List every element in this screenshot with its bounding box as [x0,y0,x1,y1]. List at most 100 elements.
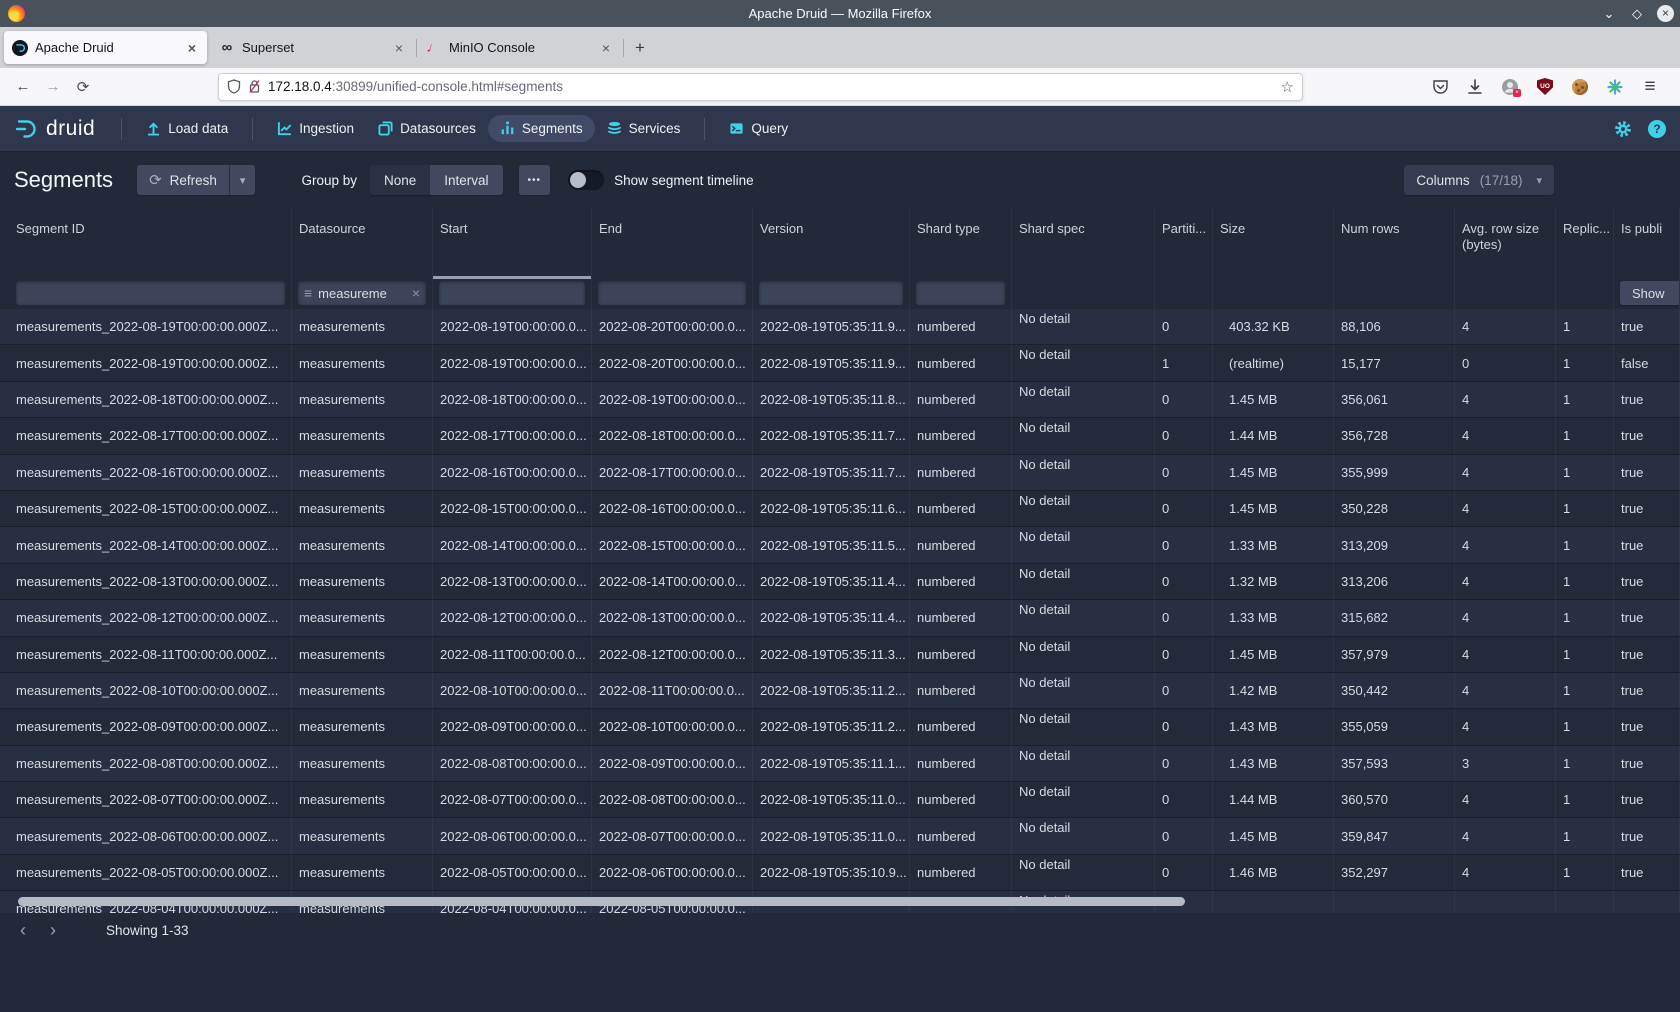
cell-start[interactable]: 2022-08-17T00:00:00.0... [433,418,592,453]
cell-end[interactable]: 2022-08-06T00:00:00.0... [592,855,753,890]
cell-partition[interactable]: 0 [1155,309,1213,344]
cell-avg-row-size[interactable]: 4 [1455,855,1556,890]
cell-start[interactable]: 2022-08-19T00:00:00.0... [433,309,592,344]
cell-size[interactable]: 1.43 MB [1213,746,1334,781]
cell-num-rows[interactable] [1334,891,1455,913]
cell-segment-id[interactable]: measurements_2022-08-08T00:00:00.000Z... [0,746,292,781]
tab-close-icon[interactable]: × [392,40,406,56]
cell-end[interactable]: 2022-08-16T00:00:00.0... [592,491,753,526]
cell-shard-type[interactable]: numbered [910,309,1012,344]
nav-item-load-data[interactable]: Load data [134,115,240,142]
cell-replication[interactable]: 1 [1556,309,1614,344]
horizontal-scrollbar[interactable] [18,897,1185,906]
cell-num-rows[interactable]: 355,059 [1334,709,1455,744]
cell-is-published[interactable]: true [1614,564,1680,599]
nav-item-segments[interactable]: Segments [488,115,595,142]
cell-num-rows[interactable]: 350,442 [1334,673,1455,708]
downloads-icon[interactable] [1466,78,1484,96]
pocket-icon[interactable] [1431,78,1449,96]
col-header-segment-id[interactable]: Segment ID [0,208,292,279]
cell-shard-type[interactable]: numbered [910,527,1012,562]
cell-size[interactable] [1213,891,1334,913]
cell-partition[interactable]: 0 [1155,455,1213,490]
cell-segment-id[interactable]: measurements_2022-08-13T00:00:00.000Z... [0,564,292,599]
cell-size[interactable]: 1.45 MB [1213,455,1334,490]
cell-replication[interactable]: 1 [1556,564,1614,599]
cell-is-published[interactable]: true [1614,491,1680,526]
cell-shard-spec[interactable]: No detail [1012,564,1155,599]
col-header-size[interactable]: Size [1213,208,1334,279]
cell-version[interactable]: 2022-08-19T05:35:11.8... [753,382,910,417]
cell-replication[interactable]: 1 [1556,782,1614,817]
cell-avg-row-size[interactable]: 4 [1455,382,1556,417]
filter-version[interactable] [759,281,903,305]
cell-start[interactable]: 2022-08-18T00:00:00.0... [433,382,592,417]
refresh-interval-dropdown[interactable]: ▾ [229,165,256,195]
cell-num-rows[interactable]: 88,106 [1334,309,1455,344]
cell-datasource[interactable]: measurements [292,309,433,344]
cell-size[interactable]: 1.45 MB [1213,818,1334,853]
cell-shard-spec[interactable]: No detail [1012,491,1155,526]
window-close-icon[interactable]: × [1657,5,1674,22]
cell-datasource[interactable]: measurements [292,782,433,817]
cell-num-rows[interactable]: 356,061 [1334,382,1455,417]
filter-end[interactable] [598,281,746,305]
cell-version[interactable]: 2022-08-19T05:35:11.5... [753,527,910,562]
cell-size[interactable]: 1.43 MB [1213,709,1334,744]
cell-shard-type[interactable]: numbered [910,746,1012,781]
cell-size[interactable]: (realtime) [1213,345,1334,380]
cell-is-published[interactable]: true [1614,818,1680,853]
cell-end[interactable]: 2022-08-13T00:00:00.0... [592,600,753,635]
cell-is-published[interactable]: true [1614,455,1680,490]
cell-partition[interactable]: 0 [1155,418,1213,453]
cell-datasource[interactable]: measurements [292,382,433,417]
cell-avg-row-size[interactable]: 4 [1455,709,1556,744]
cell-partition[interactable]: 0 [1155,855,1213,890]
col-header-end[interactable]: End [592,208,753,279]
cell-avg-row-size[interactable] [1455,891,1556,913]
cell-start[interactable]: 2022-08-15T00:00:00.0... [433,491,592,526]
cell-is-published[interactable] [1614,891,1680,913]
cell-end[interactable]: 2022-08-19T00:00:00.0... [592,382,753,417]
cell-avg-row-size[interactable]: 4 [1455,418,1556,453]
cell-avg-row-size[interactable]: 4 [1455,527,1556,562]
col-header-shard-type[interactable]: Shard type [910,208,1012,279]
cell-version[interactable]: 2022-08-19T05:35:10.9... [753,855,910,890]
cell-start[interactable]: 2022-08-11T00:00:00.0... [433,637,592,672]
cell-datasource[interactable]: measurements [292,345,433,380]
cell-shard-type[interactable]: numbered [910,564,1012,599]
cell-avg-row-size[interactable]: 0 [1455,345,1556,380]
cell-segment-id[interactable]: measurements_2022-08-19T00:00:00.000Z... [0,345,292,380]
cell-shard-spec[interactable]: No detail [1012,782,1155,817]
cell-version[interactable]: 2022-08-19T05:35:11.9... [753,345,910,380]
cell-avg-row-size[interactable]: 4 [1455,564,1556,599]
cell-partition[interactable]: 0 [1155,527,1213,562]
cell-is-published[interactable]: true [1614,855,1680,890]
cell-start[interactable]: 2022-08-06T00:00:00.0... [433,818,592,853]
reload-button[interactable]: ⟳ [68,78,98,96]
tab-apache-druid[interactable]: Apache Druid × [4,31,207,64]
cell-shard-type[interactable]: numbered [910,673,1012,708]
cell-size[interactable]: 1.44 MB [1213,782,1334,817]
cell-start[interactable]: 2022-08-08T00:00:00.0... [433,746,592,781]
cell-is-published[interactable]: true [1614,709,1680,744]
filter-start[interactable] [439,281,585,305]
cell-replication[interactable]: 1 [1556,746,1614,781]
col-header-is-published[interactable]: Is publi [1614,208,1680,279]
filter-datasource[interactable]: ≡ measureme × [298,281,426,305]
cell-shard-spec[interactable]: No detail [1012,382,1155,417]
cell-version[interactable]: 2022-08-19T05:35:11.1... [753,746,910,781]
cell-size[interactable]: 1.46 MB [1213,855,1334,890]
cell-start[interactable]: 2022-08-19T00:00:00.0... [433,345,592,380]
cell-segment-id[interactable]: measurements_2022-08-07T00:00:00.000Z... [0,782,292,817]
cell-size[interactable]: 1.45 MB [1213,637,1334,672]
cell-segment-id[interactable]: measurements_2022-08-19T00:00:00.000Z... [0,309,292,344]
cell-partition[interactable]: 1 [1155,345,1213,380]
group-by-interval-button[interactable]: Interval [430,165,502,195]
cell-replication[interactable]: 1 [1556,637,1614,672]
cell-end[interactable]: 2022-08-09T00:00:00.0... [592,746,753,781]
cell-partition[interactable]: 0 [1155,637,1213,672]
cell-start[interactable]: 2022-08-13T00:00:00.0... [433,564,592,599]
cell-version[interactable]: 2022-08-19T05:35:11.6... [753,491,910,526]
cell-shard-spec[interactable]: No detail [1012,818,1155,853]
